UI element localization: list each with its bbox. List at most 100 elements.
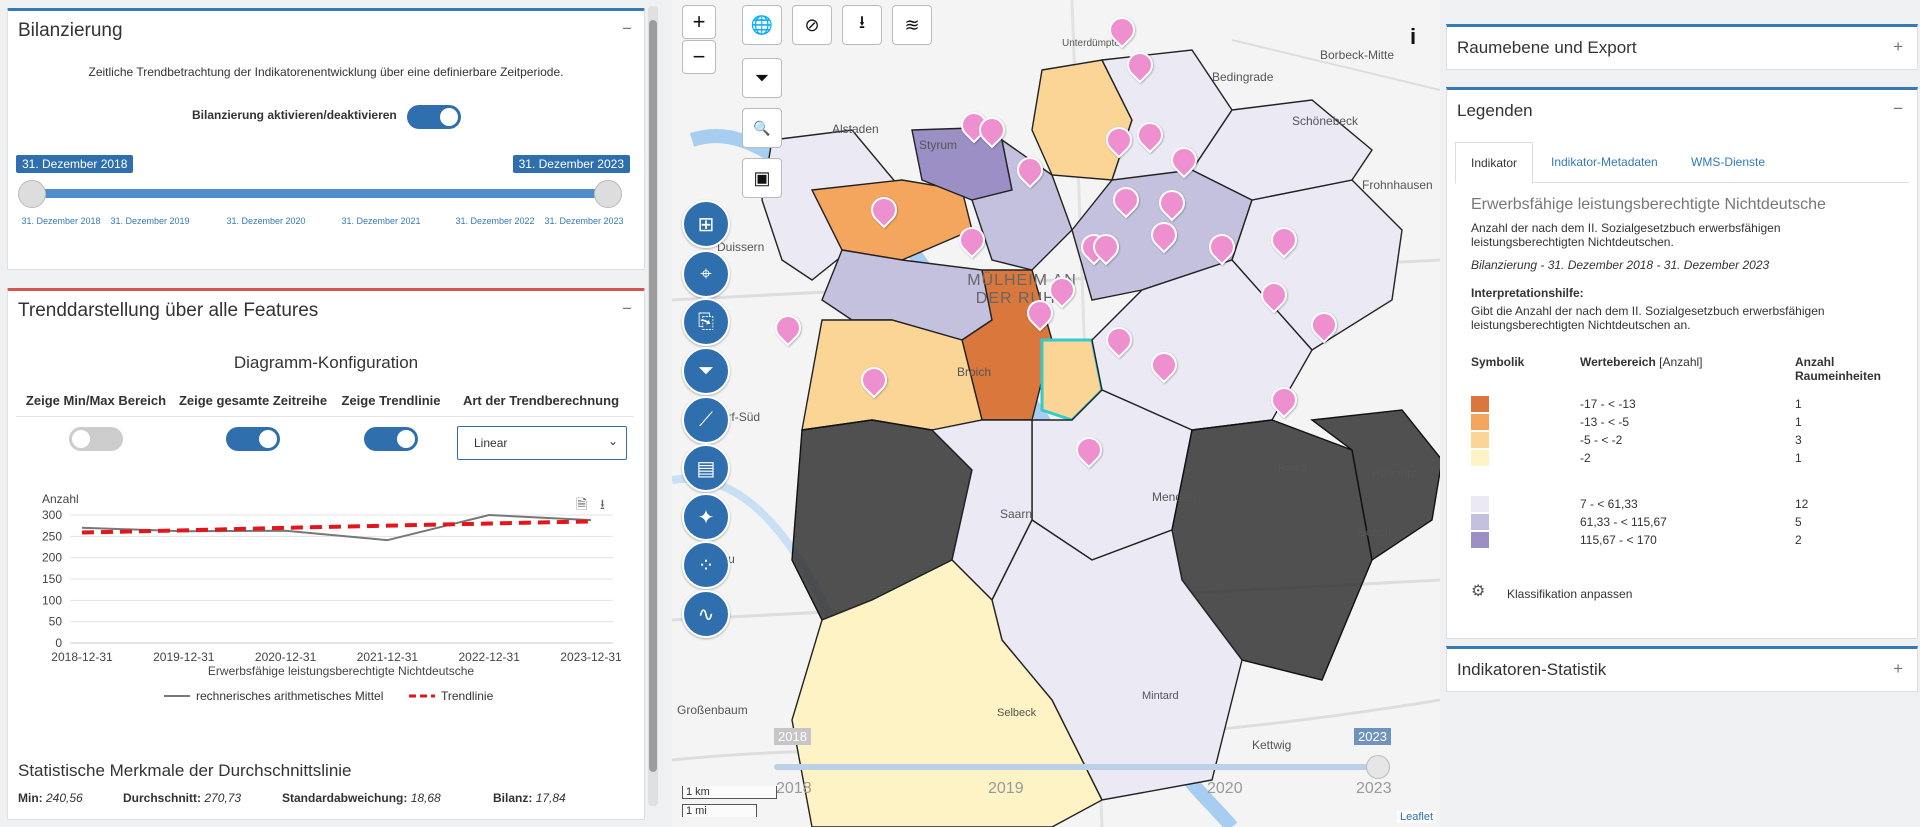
statistik-expand-button[interactable]: + <box>1893 659 1903 679</box>
statistik-panel[interactable]: Indikatoren-Statistik + <box>1446 646 1918 692</box>
search-icon[interactable]: 🔍 <box>742 108 782 148</box>
date-range-handle-start[interactable] <box>18 180 46 208</box>
download-icon[interactable]: ⭳ <box>842 5 882 45</box>
date-tick: 31. Dezember 2023 <box>544 216 624 226</box>
no-symbol-icon[interactable]: ⊘ <box>792 5 832 45</box>
x-axis-label: Erwerbsfähige leistungsberechtigte Nicht… <box>208 664 474 678</box>
x-tick-label: 2018-12-31 <box>51 650 113 664</box>
map-frame-icon[interactable]: ▣ <box>742 158 782 198</box>
legend-swatch <box>1471 496 1489 512</box>
config-divider <box>16 416 634 417</box>
legenden-collapse-button[interactable]: − <box>1893 99 1903 119</box>
sidebar-scrollbar-thumb[interactable] <box>649 20 657 772</box>
place-label: Mintard <box>1142 690 1179 702</box>
map-view[interactable]: Alstaden Styrum Duissern Broich Saarn Me… <box>672 0 1440 827</box>
document-icon[interactable]: 🗎 <box>576 494 587 518</box>
legend-range: -2 <box>1580 451 1591 465</box>
bilanzierung-panel: Bilanzierung − Zeitliche Trendbetrachtun… <box>7 8 645 270</box>
scale-mi: 1 mi <box>682 804 757 817</box>
place-label: Broich <box>957 365 992 379</box>
zoom-in-button[interactable]: + <box>682 5 716 39</box>
bilanzierung-toggle-label: Bilanzierung aktivieren/deaktivieren <box>192 108 397 122</box>
map-attribution[interactable]: Leaflet <box>1396 811 1436 823</box>
date-range-track <box>30 189 620 198</box>
trend-panel: Trenddarstellung über alle Features − Di… <box>7 288 645 820</box>
gears-icon[interactable]: ⚙ <box>1471 581 1485 601</box>
legend-entry: Trendlinie <box>441 689 494 703</box>
trend-method-select[interactable]: Linear ⌄ <box>457 426 627 460</box>
indicator-title: Erwerbsfähige leistungsberechtigte Nicht… <box>1471 196 1826 213</box>
zoom-out-button[interactable]: − <box>682 40 716 74</box>
regression-icon[interactable]: ∿ <box>682 590 730 638</box>
legend-range: 7 - < 61,33 <box>1580 497 1638 511</box>
scatter-plot-icon[interactable]: ⁘ <box>682 541 730 589</box>
place-label: Styrum <box>919 138 958 152</box>
legend-swatch <box>1471 414 1489 430</box>
location-pin-icon[interactable]: ⌖ <box>682 250 730 298</box>
series-toggle[interactable] <box>226 427 280 451</box>
start-date-badge: 31. Dezember 2018 <box>16 155 134 173</box>
bilanzierung-collapse-button[interactable]: − <box>622 19 632 39</box>
interp-text: Gibt die Anzahl der nach dem II. Sozialg… <box>1471 304 1825 332</box>
raumebene-panel[interactable]: Raumebene und Export + <box>1446 24 1918 70</box>
bilanzierung-description: Zeitliche Trendbetrachtung der Indikator… <box>88 65 564 79</box>
trendline-toggle[interactable] <box>364 427 418 451</box>
legenden-title: Legenden <box>1457 101 1533 120</box>
bilanzierung-toggle[interactable] <box>407 105 461 129</box>
hierarchy-icon[interactable]: ⊞ <box>682 200 730 248</box>
minmax-label: Zeige Min/Max Bereich <box>25 393 167 408</box>
legend-count: 1 <box>1795 415 1802 429</box>
filter-icon[interactable]: ⏷ <box>742 58 782 98</box>
classify-link[interactable]: Klassifikation anpassen <box>1507 587 1632 601</box>
legend-count: 3 <box>1795 433 1802 447</box>
trend-chart: Anzahl 0 50 100 150 200 250 300 2018-12-31 2019-1… <box>42 492 622 703</box>
interp-title: Interpretationshilfe: <box>1471 286 1584 300</box>
filter-icon[interactable]: ⏷ <box>682 347 730 395</box>
legend-count: 5 <box>1795 515 1802 529</box>
tab-indikator-metadaten[interactable]: Indikator-Metadaten <box>1551 142 1658 182</box>
legend-range: 115,67 - < 170 <box>1580 533 1657 547</box>
place-label: Schuir <box>1358 525 1393 539</box>
info-icon[interactable]: i <box>1394 18 1432 56</box>
raumebene-expand-button[interactable]: + <box>1893 37 1903 57</box>
legend-range: -17 - < -13 <box>1580 397 1636 411</box>
legend-range: -5 - < -2 <box>1580 433 1623 447</box>
radar-chart-icon[interactable]: ✦ <box>682 493 730 541</box>
minmax-toggle[interactable] <box>69 427 123 451</box>
document-import-icon[interactable]: ⎘ <box>682 298 730 346</box>
date-tick: 31. Dezember 2021 <box>341 216 421 226</box>
date-range-handle-end[interactable] <box>594 180 622 208</box>
date-tick: 31. Dezember 2018 <box>21 216 101 226</box>
layers-icon[interactable]: ≋ <box>892 5 932 45</box>
x-tick-label: 2023-12-31 <box>560 650 622 664</box>
col-symbolik: Symbolik <box>1471 355 1525 369</box>
legend-range: -13 - < -5 <box>1580 415 1630 429</box>
tab-wms-dienste[interactable]: WMS-Dienste <box>1691 142 1765 182</box>
trend-collapse-button[interactable]: − <box>622 299 632 319</box>
y-axis-label: Anzahl <box>42 492 79 506</box>
timeline-handle[interactable] <box>1366 755 1390 779</box>
timeline-tick: 2023 <box>1356 780 1392 797</box>
download-icon[interactable]: ⭳ <box>600 494 605 518</box>
globe-icon[interactable]: 🌐 <box>742 5 782 45</box>
legend-swatch <box>1471 514 1489 530</box>
timeline-tick: 2020 <box>1207 780 1243 797</box>
line-chart-icon[interactable]: ⟋ <box>682 396 730 444</box>
x-tick-label: 2022-12-31 <box>459 650 521 664</box>
legenden-panel: Legenden − Indikator Indikator-Metadaten… <box>1446 87 1918 639</box>
place-label: Borbeck-Mitte <box>1320 48 1395 62</box>
x-tick-label: 2019-12-31 <box>153 650 215 664</box>
trendline-label: Zeige Trendlinie <box>341 393 441 408</box>
raumebene-title: Raumebene und Export <box>1457 38 1637 57</box>
place-label: Saarn <box>1000 507 1033 521</box>
stat-bilanz: Bilanz: 17,84 <box>493 791 566 805</box>
stat-std: Standardabweichung: 18,68 <box>282 791 441 805</box>
date-tick: 31. Dezember 2022 <box>455 216 535 226</box>
legend-range: 61,33 - < 115,67 <box>1580 515 1667 529</box>
tab-indikator[interactable]: Indikator <box>1455 142 1533 184</box>
legend-tabs: Indikator Indikator-Metadaten WMS-Dienst… <box>1455 142 1909 184</box>
place-label: Raadt <box>1278 462 1308 474</box>
bar-chart-icon[interactable]: ▤ <box>682 444 730 492</box>
sidebar-scrollbar[interactable] <box>648 6 658 806</box>
end-date-badge: 31. Dezember 2023 <box>512 155 630 173</box>
